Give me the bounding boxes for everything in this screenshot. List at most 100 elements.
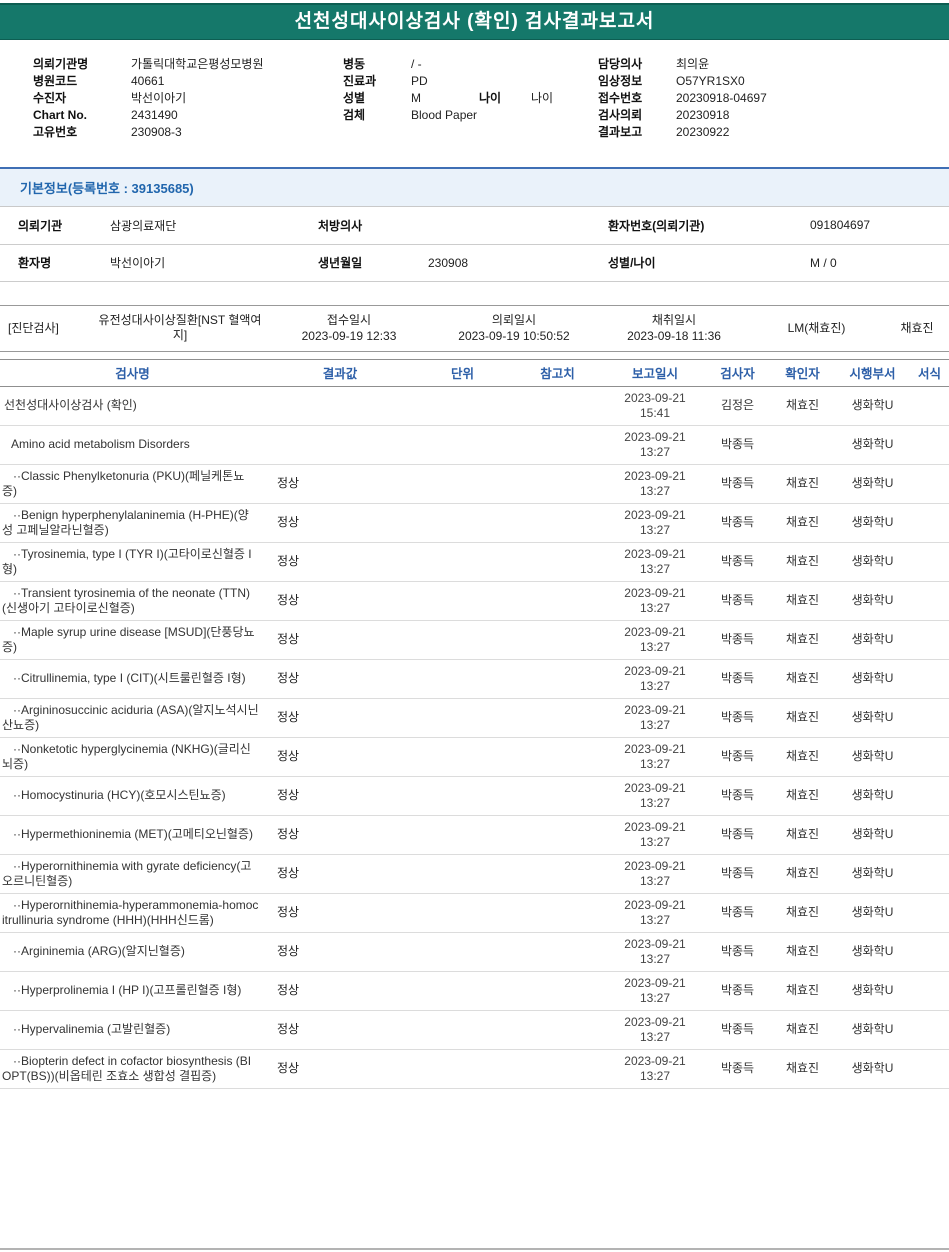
test-name: ··Hypermethioninemia (MET)(고메티오닌혈증) — [0, 815, 265, 855]
field-label-hospital-code: 병원코드 — [33, 74, 78, 88]
result-row: ··Classic Phenylketonuria (PKU)(페닐케톤뇨증) … — [0, 464, 949, 504]
test-unit — [415, 542, 510, 582]
result-row: ··Hyperornithinemia with gyrate deficien… — [0, 854, 949, 894]
collection-datetime: 채취일시 2023-09-18 11:36 — [600, 305, 748, 351]
department-name: 생화학U — [835, 854, 910, 894]
field-value-birthdate: 230908 — [428, 244, 590, 282]
tester-name: 박종득 — [705, 815, 770, 855]
test-name: ··Argininemia (ARG)(알지닌혈증) — [0, 932, 265, 972]
result-row: ··Benign hyperphenylalaninemia (H-PHE)(양… — [0, 503, 949, 543]
column-header-confirmer: 확인자 — [770, 358, 835, 387]
test-unit — [415, 620, 510, 660]
test-result: 정상 — [265, 971, 415, 1011]
test-name: ··Citrullinemia, type I (CIT)(시트룰린혈증 I형) — [0, 659, 265, 699]
column-header-tester: 검사자 — [705, 358, 770, 387]
test-result: 정상 — [265, 776, 415, 816]
confirmer-name: 채효진 — [770, 893, 835, 933]
receipt-datetime-value: 2023-09-19 12:33 — [301, 329, 397, 343]
format-cell — [910, 386, 949, 426]
test-reference — [510, 503, 605, 543]
format-cell — [910, 932, 949, 972]
result-row: ··Tyrosinemia, type I (TYR I)(고타이로신혈증 I형… — [0, 542, 949, 582]
column-header-department: 시행부서 — [835, 358, 910, 387]
department-name: 생화학U — [835, 464, 910, 504]
field-value-sex: M — [411, 91, 421, 105]
report-date: 2023-09-21 — [624, 897, 686, 912]
report-time: 13:27 — [639, 717, 671, 732]
report-date: 2023-09-21 — [624, 936, 686, 951]
format-cell — [910, 620, 949, 660]
format-cell — [910, 737, 949, 777]
report-time: 15:41 — [639, 405, 671, 420]
test-result: 정상 — [265, 698, 415, 738]
request-datetime-label: 의뢰일시 — [491, 313, 537, 327]
column-header-unit: 단위 — [415, 358, 510, 387]
test-name: ··Hyperornithinemia with gyrate deficien… — [0, 854, 265, 894]
test-result: 정상 — [265, 932, 415, 972]
test-unit — [415, 1049, 510, 1089]
result-row: ··Hypermethioninemia (MET)(고메티오닌혈증) 정상 2… — [0, 815, 949, 855]
tester-name: 박종득 — [705, 425, 770, 465]
test-name: ··Classic Phenylketonuria (PKU)(페닐케톤뇨증) — [0, 464, 265, 504]
report-datetime: 2023-09-21 13:27 — [605, 542, 705, 582]
test-unit — [415, 971, 510, 1011]
results-header-row: 검사명 결과값 단위 참고치 보고일시 검사자 확인자 시행부서 서식 — [0, 358, 949, 387]
department-name: 생화학U — [835, 581, 910, 621]
test-result: 정상 — [265, 854, 415, 894]
department-name: 생화학U — [835, 620, 910, 660]
test-result: 정상 — [265, 1049, 415, 1089]
receipt-datetime-label: 접수일시 — [326, 313, 372, 327]
field-label-requesting-org: 의뢰기관명 — [33, 57, 89, 71]
format-cell — [910, 698, 949, 738]
test-name: Amino acid metabolism Disorders — [0, 425, 265, 465]
report-time: 13:27 — [639, 483, 671, 498]
result-row: Amino acid metabolism Disorders 2023-09-… — [0, 425, 949, 465]
confirmer-name: 채효진 — [770, 1049, 835, 1089]
basic-info-table: 의뢰기관 삼광의료재단 처방의사 환자번호(의뢰기관) 091804697 환자… — [0, 207, 949, 282]
report-date: 2023-09-21 — [624, 585, 686, 600]
department-name: 생화학U — [835, 776, 910, 816]
test-unit — [415, 425, 510, 465]
result-row: 선천성대사이상검사 (확인) 2023-09-21 15:41 김정은 채효진 … — [0, 386, 949, 426]
department-name: 생화학U — [835, 1049, 910, 1089]
test-reference — [510, 464, 605, 504]
tester-name: 박종득 — [705, 1010, 770, 1050]
result-row: ··Citrullinemia, type I (CIT)(시트룰린혈증 I형)… — [0, 659, 949, 699]
report-date: 2023-09-21 — [624, 858, 686, 873]
column-header-test-name: 검사명 — [0, 358, 265, 387]
field-value-sex-age: M / 0 — [810, 244, 949, 282]
format-cell — [910, 425, 949, 465]
header-middle-column: 병동 / - 진료과 PD 성별 M 나이 나이 검체 Blood Paper — [343, 56, 588, 141]
format-cell — [910, 971, 949, 1011]
report-date: 2023-09-21 — [624, 507, 686, 522]
report-datetime: 2023-09-21 15:41 — [605, 386, 705, 426]
report-time: 13:27 — [639, 912, 671, 927]
column-header-reference: 참고치 — [510, 358, 605, 387]
field-value-specimen: Blood Paper — [411, 108, 478, 122]
report-date: 2023-09-21 — [624, 1053, 686, 1068]
format-cell — [910, 464, 949, 504]
test-reference — [510, 971, 605, 1011]
field-label-department: 진료과 — [343, 74, 377, 88]
format-cell — [910, 503, 949, 543]
tester-name: 박종득 — [705, 698, 770, 738]
report-date: 2023-09-21 — [624, 468, 686, 483]
test-name: ··Tyrosinemia, type I (TYR I)(고타이로신혈증 I형… — [0, 542, 265, 582]
department-name: 생화학U — [835, 659, 910, 699]
page-bottom-divider — [0, 1248, 949, 1250]
field-value-requesting-org: 가톨릭대학교은평성모병원 — [131, 57, 264, 71]
results-table: 검사명 결과값 단위 참고치 보고일시 검사자 확인자 시행부서 서식 선천성대… — [0, 358, 949, 1089]
tester-name: 김정은 — [705, 386, 770, 426]
test-reference — [510, 893, 605, 933]
test-result: 정상 — [265, 893, 415, 933]
confirmer-name: 채효진 — [770, 737, 835, 777]
report-date: 2023-09-21 — [624, 819, 686, 834]
test-reference — [510, 620, 605, 660]
report-title: 선천성대사이상검사 (확인) 검사결과보고서 — [0, 3, 949, 40]
report-datetime: 2023-09-21 13:27 — [605, 503, 705, 543]
test-unit — [415, 464, 510, 504]
column-header-format: 서식 — [910, 358, 949, 387]
field-label-referring-org: 의뢰기관 — [0, 207, 110, 245]
test-name: ··Transient tyrosinemia of the neonate (… — [0, 581, 265, 621]
field-label-prescribing-doctor: 처방의사 — [300, 207, 428, 245]
